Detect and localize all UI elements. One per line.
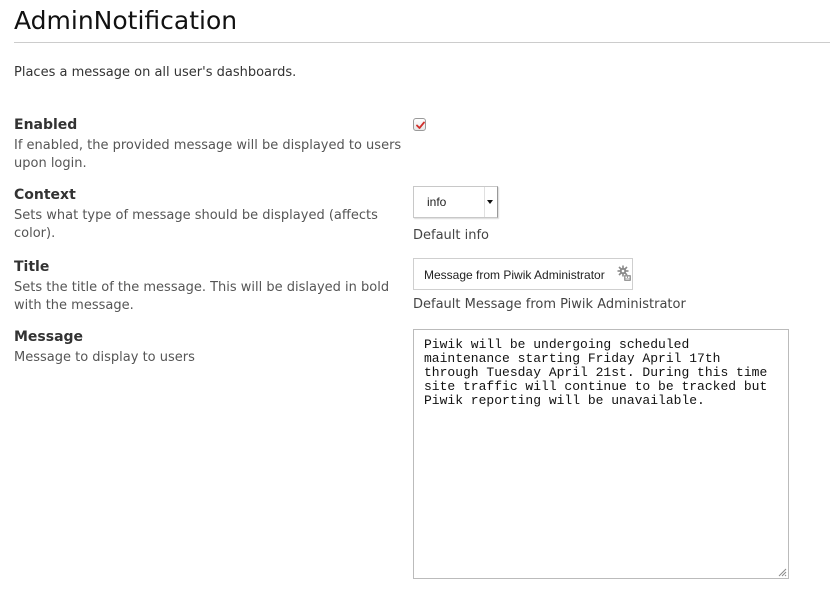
message-textarea-value: Piwik will be undergoing scheduled maint… bbox=[424, 337, 768, 408]
enabled-help: If enabled, the provided message will be… bbox=[14, 138, 402, 171]
checkmark-icon bbox=[416, 121, 425, 129]
enabled-label: Enabled bbox=[14, 117, 78, 133]
resize-grip-icon[interactable] bbox=[777, 567, 787, 577]
context-help: Sets what type of message should be disp… bbox=[14, 208, 378, 241]
title-label: Title bbox=[14, 259, 50, 275]
page-title: AdminNotification bbox=[14, 6, 238, 35]
message-help: Message to display to users bbox=[14, 350, 195, 365]
title-divider bbox=[14, 42, 830, 43]
title-default: Default Message from Piwik Administrator bbox=[413, 297, 686, 312]
message-label: Message bbox=[14, 329, 84, 345]
title-help: Sets the title of the message. This will… bbox=[14, 280, 390, 313]
context-select[interactable]: info bbox=[413, 186, 498, 218]
title-input[interactable]: Message from Piwik Administrator bbox=[413, 258, 633, 290]
context-default: Default info bbox=[413, 228, 490, 243]
select-divider bbox=[484, 187, 485, 217]
title-input-value: Message from Piwik Administrator bbox=[424, 268, 605, 282]
message-textarea[interactable]: Piwik will be undergoing scheduled maint… bbox=[413, 329, 789, 579]
autofill-icon[interactable] bbox=[616, 265, 632, 283]
context-label: Context bbox=[14, 187, 76, 203]
enabled-checkbox[interactable] bbox=[413, 118, 426, 131]
context-select-value: info bbox=[427, 195, 447, 209]
plugin-description: Places a message on all user's dashboard… bbox=[14, 65, 297, 80]
chevron-down-icon bbox=[487, 200, 493, 204]
